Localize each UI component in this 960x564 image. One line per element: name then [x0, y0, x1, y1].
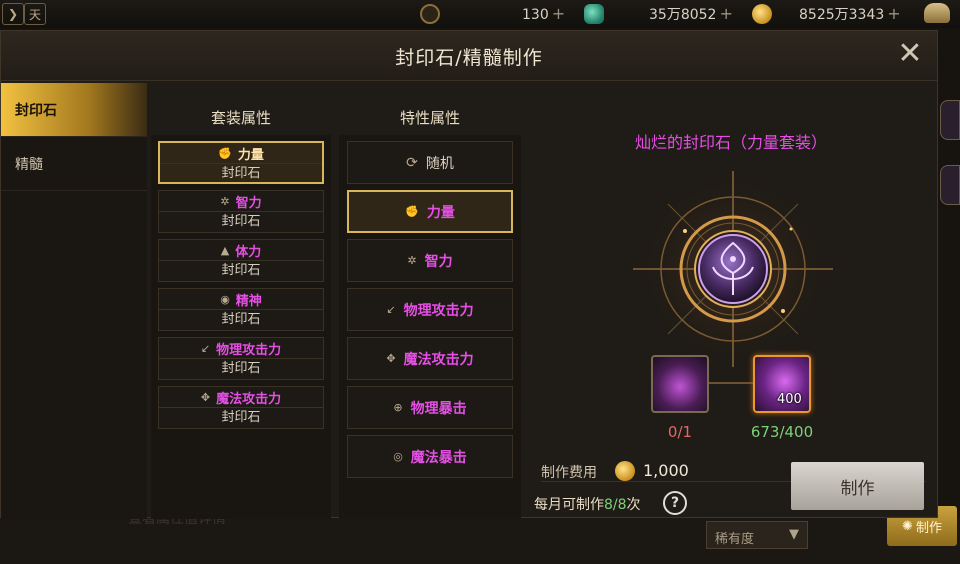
set-item-magic-attack[interactable]: ✥ 魔法攻击力 封印石	[158, 386, 324, 429]
resource-green-gem[interactable]: 35万8052 +	[649, 4, 733, 24]
craft-button[interactable]: 制作	[791, 462, 924, 510]
seal-stone-craft-dialog: 封印石/精髓制作 ✕ 封印石 精髓 套装属性 特性属性 ✊ 力量 封印石 ✲ 智力 …	[0, 30, 938, 519]
eye-icon: ◉	[220, 292, 230, 306]
set-item-intelligence[interactable]: ✲ 智力 封印石	[158, 190, 324, 233]
traits-header: 特性属性	[399, 109, 460, 127]
rarity-select[interactable]: 稀有度 ▼	[706, 521, 808, 549]
trait-intelligence[interactable]: ✲ 智力	[347, 239, 513, 282]
traits-list: ⟳ 随机 ✊ 力量 ✲ 智力 ↙ 物理攻击力 ✥ 魔法攻击力 ⊕ 物理暴击 ◎ 魔法暴击	[339, 135, 521, 519]
trait-magic-crit[interactable]: ◎ 魔法暴击	[347, 435, 513, 478]
side-item-icon[interactable]	[940, 165, 960, 205]
close-icon[interactable]: ✕	[895, 39, 925, 71]
add-c-coin-icon[interactable]: +	[552, 4, 565, 23]
trait-strength[interactable]: ✊ 力量	[347, 190, 513, 233]
add-green-gem-icon[interactable]: +	[719, 4, 732, 23]
cost-label: 制作费用	[541, 465, 597, 481]
refresh-icon: ⟳	[406, 154, 418, 171]
magic-burst-icon: ✥	[386, 352, 396, 365]
result-item-name: 灿烂的封印石（力量套装）	[634, 133, 827, 152]
tab-seal-stone[interactable]: 封印石	[1, 83, 147, 137]
set-item-spirit[interactable]: ◉ 精神 封印石	[158, 288, 324, 331]
fist-icon: ✊	[405, 205, 419, 218]
magic-burst-icon: ✥	[200, 390, 211, 404]
sword-icon: ↙	[386, 303, 396, 316]
set-item-strength[interactable]: ✊ 力量 封印石	[158, 141, 324, 184]
c-coin-icon	[420, 4, 440, 24]
category-tabs: 封印石 精髓	[1, 83, 147, 519]
calendar-icon[interactable]: 天	[24, 3, 46, 25]
monthly-limit: 每月可制作8/8次	[534, 497, 641, 513]
dialog-title: 封印石/精髓制作	[395, 47, 543, 69]
seal-stone-icon	[633, 171, 833, 367]
add-gold-icon[interactable]: +	[887, 4, 900, 23]
dialog-header: 封印石/精髓制作 ✕	[1, 31, 937, 81]
set-item-physical-attack[interactable]: ↙ 物理攻击力 封印石	[158, 337, 324, 380]
mountain-icon: ▲	[220, 243, 230, 257]
inventory-bag-icon[interactable]	[924, 3, 950, 23]
star-burst-icon: ✲	[407, 254, 417, 267]
purple-bowl-icon[interactable]	[651, 355, 709, 413]
material-connector	[707, 382, 757, 384]
side-item-icon[interactable]	[940, 100, 960, 140]
trait-physical-crit[interactable]: ⊕ 物理暴击	[347, 386, 513, 429]
material-count: 0/1	[667, 423, 693, 441]
sparkle-icon: ✺	[902, 518, 913, 534]
green-gem-icon	[584, 4, 604, 24]
set-attributes-list: ✊ 力量 封印石 ✲ 智力 封印石 ▲ 体力 封印石 ◉ 精神 封印石 ↙ 物理攻击力 封…	[151, 135, 331, 519]
tab-essence[interactable]: 精髓	[1, 137, 147, 191]
star-burst-icon: ✲	[220, 194, 230, 208]
resource-gold[interactable]: 8525万3343 +	[799, 4, 901, 24]
material-quantity: 400	[777, 392, 802, 407]
expand-icon[interactable]: ❯	[2, 3, 24, 25]
gold-coin-icon	[615, 461, 635, 481]
sword-icon: ↙	[200, 341, 211, 355]
trait-magic-attack[interactable]: ✥ 魔法攻击力	[347, 337, 513, 380]
crosshair-icon: ⊕	[393, 401, 403, 414]
dropdown-arrow-icon: ▼	[789, 527, 799, 542]
resource-c-coin[interactable]: 130 +	[522, 4, 565, 23]
gold-coin-icon	[752, 4, 772, 24]
help-icon[interactable]: ?	[663, 491, 687, 515]
set-item-vitality[interactable]: ▲ 体力 封印石	[158, 239, 324, 282]
resource-bar: ❯ 天 130 + 35万8052 + 8525万3343 +	[0, 0, 960, 28]
cost-value: 1,000	[643, 461, 689, 480]
fist-icon: ✊	[218, 146, 232, 160]
set-attributes-header: 套装属性	[210, 109, 271, 127]
material-count: 673/400	[750, 423, 814, 441]
trait-physical-attack[interactable]: ↙ 物理攻击力	[347, 288, 513, 331]
target-icon: ◎	[393, 450, 403, 463]
trait-random[interactable]: ⟳ 随机	[347, 141, 513, 184]
